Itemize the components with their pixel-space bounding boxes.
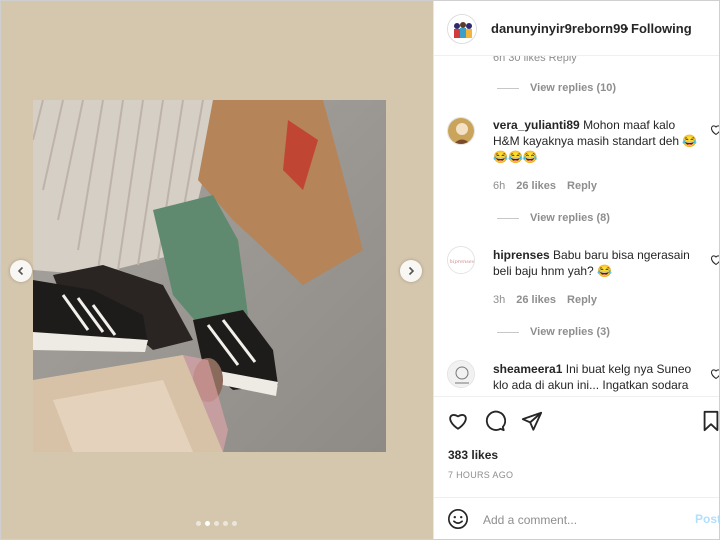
carousel-dot-active bbox=[205, 521, 210, 526]
reply-button[interactable]: Reply bbox=[567, 180, 597, 192]
view-replies-label: View replies (3) bbox=[530, 326, 610, 338]
carousel-dot bbox=[232, 521, 237, 526]
commenter-avatar[interactable]: hiprenses bbox=[447, 246, 475, 274]
like-comment-heart-icon[interactable] bbox=[710, 254, 720, 266]
comments-list[interactable]: 6h 30 likes Reply View replies (10) vera… bbox=[434, 1, 720, 396]
post-media-area bbox=[1, 1, 433, 539]
post-photo bbox=[33, 100, 386, 452]
view-replies-label: View replies (8) bbox=[530, 212, 610, 224]
header-separator: • bbox=[624, 21, 629, 36]
commenter-username[interactable]: sheameera1 bbox=[493, 362, 562, 376]
carousel-dot bbox=[214, 521, 219, 526]
next-slide-button[interactable] bbox=[400, 260, 422, 282]
comment-text-block: vera_yulianti89 Mohon maaf kalo H&M kaya… bbox=[493, 117, 703, 165]
comment-meta: 6h 26 likes Reply bbox=[493, 180, 597, 192]
reply-button[interactable]: Reply bbox=[567, 294, 597, 306]
paper-plane-icon[interactable] bbox=[521, 410, 543, 432]
comment-composer: Post bbox=[434, 497, 719, 539]
comment-bubble-icon[interactable] bbox=[484, 410, 506, 432]
reply-line bbox=[497, 217, 519, 219]
comment-likes[interactable]: 26 likes bbox=[516, 294, 556, 306]
comment-likes[interactable]: 26 likes bbox=[516, 180, 556, 192]
avatar-logo-text: hiprenses bbox=[450, 259, 475, 265]
post-timestamp: 7 HOURS AGO bbox=[448, 470, 514, 480]
chevron-left-icon bbox=[17, 266, 24, 276]
previous-slide-button[interactable] bbox=[10, 260, 32, 282]
commenter-username[interactable]: vera_yulianti89 bbox=[493, 118, 580, 132]
post-header: danunyinyir9reborn99 • Following bbox=[434, 1, 719, 56]
likes-count[interactable]: 383 likes bbox=[448, 448, 498, 462]
comment-time: 6h bbox=[493, 180, 506, 192]
view-replies-button[interactable]: View replies (10) bbox=[497, 82, 616, 94]
comment-meta: 3h 26 likes Reply bbox=[493, 294, 597, 306]
carousel-dot bbox=[196, 521, 201, 526]
commenter-avatar[interactable] bbox=[447, 360, 475, 388]
chevron-right-icon bbox=[408, 266, 415, 276]
reply-line bbox=[497, 87, 519, 89]
carousel-indicator bbox=[196, 521, 237, 526]
instagram-post-window: 6h 30 likes Reply View replies (10) vera… bbox=[0, 0, 720, 540]
view-replies-label: View replies (10) bbox=[530, 82, 617, 94]
smiley-icon[interactable] bbox=[447, 508, 469, 530]
view-replies-button[interactable]: View replies (3) bbox=[497, 326, 610, 338]
owner-username[interactable]: danunyinyir9reborn99 bbox=[491, 21, 628, 36]
post-actions-section: 383 likes 7 HOURS AGO Post bbox=[434, 396, 720, 539]
like-comment-heart-icon[interactable] bbox=[710, 368, 720, 380]
following-button[interactable]: Following bbox=[631, 21, 692, 36]
heart-icon[interactable] bbox=[447, 410, 469, 432]
view-replies-button[interactable]: View replies (8) bbox=[497, 212, 610, 224]
comment-text-block: sheameera1 Ini buat kelg nya Suneo klo a… bbox=[493, 361, 703, 393]
post-comment-button[interactable]: Post bbox=[695, 512, 719, 526]
commenter-username[interactable]: hiprenses bbox=[493, 248, 550, 262]
owner-avatar[interactable] bbox=[447, 14, 477, 44]
comment-text-block: hiprenses Babu baru bisa ngerasain beli … bbox=[493, 247, 703, 279]
reply-line bbox=[497, 331, 519, 333]
commenter-avatar[interactable] bbox=[447, 117, 475, 145]
post-side-panel: 6h 30 likes Reply View replies (10) vera… bbox=[433, 1, 720, 539]
add-comment-input[interactable] bbox=[483, 511, 673, 529]
carousel-dot bbox=[223, 521, 228, 526]
bookmark-icon[interactable] bbox=[700, 410, 720, 432]
like-comment-heart-icon[interactable] bbox=[710, 124, 720, 136]
comment-time: 3h bbox=[493, 294, 506, 306]
